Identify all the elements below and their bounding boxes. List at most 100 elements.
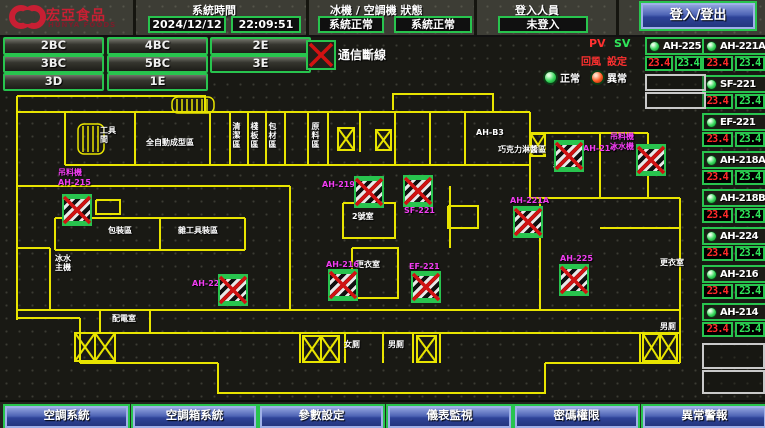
comm-loss-x-icon xyxy=(512,205,544,239)
ahu-offline-icon-3[interactable] xyxy=(403,175,433,207)
floor-button-5BC[interactable]: 5BC xyxy=(107,55,208,73)
abnormal-label: 異常 xyxy=(607,70,627,85)
divider xyxy=(133,0,136,35)
unit-led-icon xyxy=(706,41,717,52)
unit-led-icon xyxy=(706,307,717,318)
empty-status-box xyxy=(702,343,765,369)
unit-box-EF-221[interactable]: EF-221 xyxy=(702,113,765,131)
ahu-offline-icon-10[interactable] xyxy=(411,271,441,303)
unit-led-icon xyxy=(706,231,717,242)
unit-values-AH-225: 23.423.4 xyxy=(645,56,702,71)
ahu-offline-icon-2[interactable] xyxy=(354,176,384,208)
comm-loss-x-icon xyxy=(217,273,249,307)
room-label-男厠: 男厠 xyxy=(660,322,676,331)
ahu-offline-icon-9[interactable] xyxy=(328,269,358,301)
unit-values-AH-218A: 23.423.4 xyxy=(702,170,765,185)
room-label-AH-B3: AH-B3 xyxy=(476,128,504,137)
unit-box-AH-225[interactable]: AH-225 xyxy=(645,37,704,55)
unit-led-icon xyxy=(649,41,660,52)
unit-values-AH-221A: 23.423.4 xyxy=(702,56,765,71)
setpoint-col-label: 設定 xyxy=(607,53,627,68)
unit-name-label: AH-214 xyxy=(720,307,758,318)
floor-button-4BC[interactable]: 4BC xyxy=(107,37,208,55)
unit-box-AH-216[interactable]: AH-216 xyxy=(702,265,765,283)
nav-button-異常警報[interactable]: 異常警報 xyxy=(643,406,765,428)
room-label-更衣室: 更衣室 xyxy=(660,258,684,267)
stairs-icon xyxy=(172,97,214,113)
sv-value: 23.4 xyxy=(735,246,765,261)
pv-value: 23.4 xyxy=(645,56,673,71)
unit-name-label: AH-218A xyxy=(720,155,765,166)
room-label-配電室: 配電室 xyxy=(112,314,136,323)
system-clock-field: 22:09:51 xyxy=(231,16,301,33)
room-label-全自動成型區: 全自動成型區 xyxy=(146,138,194,147)
comm-loss-x-icon xyxy=(635,143,667,177)
empty-status-box xyxy=(702,370,765,394)
pv-value: 23.4 xyxy=(702,322,733,337)
unit-name-label: AH-225 xyxy=(663,41,701,52)
stair-xbox-icon xyxy=(338,128,354,150)
ahu-offline-icon-4[interactable] xyxy=(554,140,584,172)
sv-value: 23.4 xyxy=(735,132,765,147)
pv-value: 23.4 xyxy=(702,170,733,185)
ahu-offline-icon-1[interactable] xyxy=(62,194,92,226)
room-label-包材區: 包材區 xyxy=(267,122,278,149)
ahu-offline-icon-5[interactable] xyxy=(636,144,666,176)
login-user-field: 未登入 xyxy=(498,16,588,33)
unit-led-icon xyxy=(706,269,717,280)
stair-xbox-icon xyxy=(417,336,436,362)
unit-box-AH-214[interactable]: AH-214 xyxy=(702,303,765,321)
nav-button-空調系統[interactable]: 空調系統 xyxy=(5,406,128,428)
unit-values-AH-224: 23.423.4 xyxy=(702,246,765,261)
comm-loss-x-icon xyxy=(353,175,385,209)
room-label-女厠: 女厠 xyxy=(344,340,360,349)
room-label-工具間: 工具 間 xyxy=(100,126,116,144)
unit-name-label: AH-224 xyxy=(720,231,758,242)
stair-xbox-icon xyxy=(303,336,339,362)
divider xyxy=(474,0,477,35)
comm-loss-x-icon xyxy=(410,270,442,304)
sv-value: 23.4 xyxy=(735,284,765,299)
unit-box-SF-221[interactable]: SF-221 xyxy=(702,75,765,93)
ahu-offline-icon-7[interactable] xyxy=(559,264,589,296)
pv-value: 23.4 xyxy=(702,208,733,223)
normal-led-icon xyxy=(543,70,558,85)
room-label-巧克力淋醬區: 巧克力淋醬區 xyxy=(498,145,546,154)
floor-button-2E[interactable]: 2E xyxy=(210,37,311,55)
unit-values-AH-218B: 23.423.4 xyxy=(702,208,765,223)
comm-loss-icon xyxy=(306,40,336,70)
unit-name-label: AH-218B xyxy=(720,193,765,204)
unit-box-AH-224[interactable]: AH-224 xyxy=(702,227,765,245)
unit-box-AH-221A[interactable]: AH-221A xyxy=(702,37,765,55)
nav-button-儀表監視[interactable]: 儀表監視 xyxy=(388,406,511,428)
nav-button-空調箱系統[interactable]: 空調箱系統 xyxy=(133,406,256,428)
hunya-logo-icon xyxy=(8,2,46,32)
comm-loss-x-icon xyxy=(402,174,434,208)
unit-box-AH-218A[interactable]: AH-218A xyxy=(702,151,765,169)
floor-plan: 工具 間全自動成型區清潔區棧板區包材區原料區AH-B3巧克力淋醬區千層區2號室更… xyxy=(0,88,690,402)
sv-value: 23.4 xyxy=(735,94,765,109)
stair-xbox-icon xyxy=(376,130,391,150)
divider xyxy=(306,0,309,35)
ahu-offline-icon-8[interactable] xyxy=(218,274,248,306)
unit-led-icon xyxy=(706,193,717,204)
unit-values-EF-221: 23.423.4 xyxy=(702,132,765,147)
unit-box-AH-218B[interactable]: AH-218B xyxy=(702,189,765,207)
floor-button-3E[interactable]: 3E xyxy=(210,55,311,73)
equipment-label-吊料機冰水機: 吊料機 冰水機 xyxy=(610,132,634,151)
equipment-label-吊料機AH-215: 吊料機 AH-215 xyxy=(58,168,91,187)
ahu-offline-icon-6[interactable] xyxy=(513,206,543,238)
floor-button-2BC[interactable]: 2BC xyxy=(3,37,104,55)
room-label-雜工具裝區: 雜工具裝區 xyxy=(178,226,218,235)
sv-value: 23.4 xyxy=(675,56,703,71)
pv-value: 23.4 xyxy=(702,284,733,299)
floor-button-3BC[interactable]: 3BC xyxy=(3,55,104,73)
room-label-男厠: 男厠 xyxy=(388,340,404,349)
pv-value: 23.4 xyxy=(702,56,733,71)
nav-button-密碼權限[interactable]: 密碼權限 xyxy=(515,406,638,428)
login-logout-button[interactable]: 登入/登出 xyxy=(641,3,755,29)
unit-led-icon xyxy=(706,79,717,90)
return-air-col-label: 回風 xyxy=(581,53,601,68)
nav-button-參數設定[interactable]: 參數設定 xyxy=(260,406,383,428)
room-label-包裝區: 包裝區 xyxy=(108,226,132,235)
